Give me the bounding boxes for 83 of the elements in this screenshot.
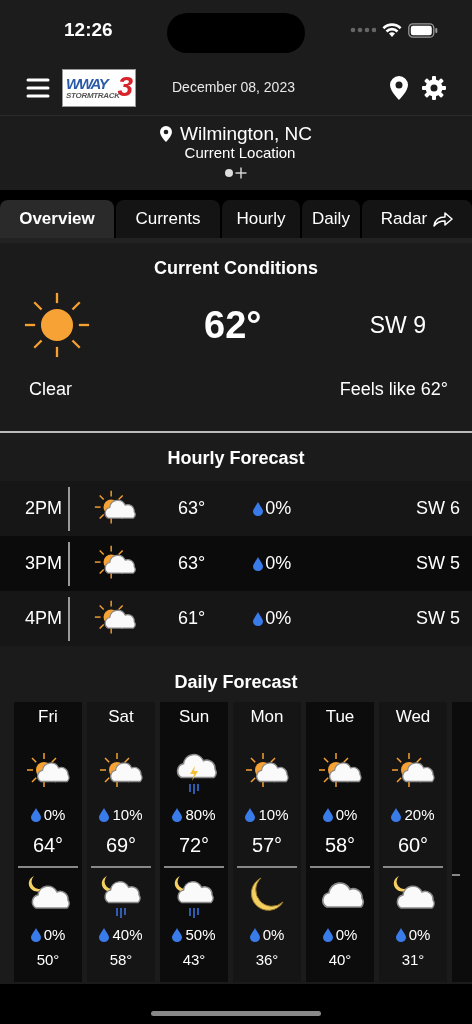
raindrop-icon (322, 807, 333, 822)
tab[interactable]: Currents (116, 200, 220, 238)
section-title: Daily Forecast (173, 671, 299, 694)
tab[interactable]: Overview (0, 200, 114, 238)
raindrop-icon (249, 928, 260, 943)
precip-chance: 40% (112, 925, 143, 945)
precip-chance: 50% (185, 925, 216, 945)
hour-temperature: 61° (178, 607, 206, 630)
section-title: Current Conditions (153, 257, 319, 280)
precip-chance: 0% (43, 804, 66, 825)
hour-wind: SW 5 (416, 552, 460, 575)
precip-chance: 20% (404, 804, 435, 825)
signal-icon (350, 26, 376, 34)
menu-icon[interactable] (26, 77, 50, 98)
precip-chance: 0% (335, 925, 358, 945)
high-temperature: 72° (178, 833, 210, 858)
hour-temperature: 63° (178, 552, 206, 575)
raindrop-icon (172, 807, 183, 822)
day-label: Wed (395, 706, 431, 728)
high-temperature: 69° (105, 833, 137, 858)
raindrop-icon (245, 807, 256, 822)
day-label: Mon (250, 706, 284, 728)
raindrop-icon (99, 928, 110, 943)
section-title: Hourly Forecast (166, 447, 306, 470)
low-temperature: 31° (401, 949, 425, 970)
hour-label: 3PM (24, 552, 62, 575)
low-temperature: 43° (182, 949, 206, 970)
settings-icon[interactable] (422, 75, 446, 100)
raindrop-icon (253, 611, 264, 626)
low-temperature: 50° (36, 949, 60, 970)
precip-chance: 0% (335, 804, 358, 825)
precip-chance: 0% (265, 607, 292, 630)
location-pin-icon (160, 126, 172, 142)
hour-wind: SW 5 (416, 607, 460, 630)
precip-chance: 0% (408, 925, 431, 945)
location-name: Wilmington, NC (180, 123, 312, 145)
precip-chance: 0% (265, 552, 292, 575)
tab[interactable]: Hourly (222, 200, 300, 238)
precip-chance: 0% (43, 925, 66, 945)
high-temperature: 60° (397, 833, 429, 858)
tab[interactable]: Daily (302, 200, 360, 238)
raindrop-icon (30, 807, 41, 822)
current-temperature: 62° (204, 302, 262, 348)
status-time: 12:26 (64, 17, 113, 42)
hour-wind: SW 6 (416, 497, 460, 520)
date-label: December 08, 2023 (172, 78, 295, 97)
low-temperature: 36° (255, 949, 279, 970)
high-temperature: 58° (324, 833, 356, 858)
day-label: Sun (178, 706, 210, 728)
high-temperature: 57° (251, 833, 283, 858)
logo-wordmark: WWAY (66, 75, 108, 91)
add-icon[interactable] (235, 167, 247, 179)
battery-icon (408, 22, 438, 38)
precip-chance: 0% (265, 497, 292, 520)
location-subtitle: Current Location (184, 145, 296, 161)
high-temperature: 64° (32, 833, 64, 858)
raindrop-icon (253, 501, 264, 516)
sun-icon (22, 290, 92, 360)
precip-chance: 10% (112, 804, 143, 825)
low-temperature: 58° (109, 949, 133, 970)
hour-label: 2PM (24, 497, 62, 520)
precip-chance: 80% (185, 804, 216, 825)
day-label: Sat (108, 706, 134, 728)
raindrop-icon (172, 928, 183, 943)
raindrop-icon (99, 807, 110, 822)
condition-label: Clear (29, 378, 72, 401)
day-label: Tue (325, 706, 355, 728)
precip-chance: 10% (258, 804, 289, 825)
raindrop-icon (30, 928, 41, 943)
raindrop-icon (253, 556, 264, 571)
raindrop-icon (391, 807, 402, 822)
day-label: Fri (38, 706, 58, 728)
hour-temperature: 63° (178, 497, 206, 520)
feels-like-label: Feels like 62° (339, 378, 448, 401)
low-temperature: 40° (328, 949, 352, 970)
tab[interactable]: Radar (362, 200, 472, 238)
precip-chance: 0% (262, 925, 285, 945)
raindrop-icon (322, 928, 333, 943)
hour-label: 4PM (24, 607, 62, 630)
location-pin-icon[interactable] (390, 75, 408, 100)
raindrop-icon (395, 928, 406, 943)
wifi-icon (382, 22, 402, 38)
wind-speed: SW 9 (369, 310, 426, 340)
